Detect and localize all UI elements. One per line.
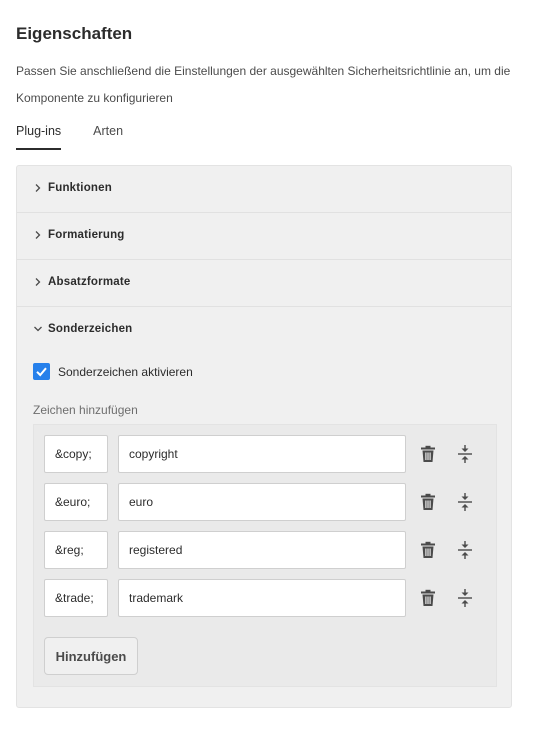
accordion-label: Sonderzeichen [48,323,133,335]
char-name-input[interactable]: copyright [118,435,406,473]
page-description: Passen Sie anschließend die Einstellunge… [16,64,511,105]
char-row: &euro; euro [44,483,494,521]
char-code-input[interactable]: &copy; [44,435,108,473]
accordion-label: Formatierung [48,229,125,241]
accordion-panel: Funktionen Formatierung Absatzformate So… [16,165,512,708]
trash-icon[interactable] [419,541,437,559]
accordion-label: Absatzformate [48,276,131,288]
checkmark-icon [36,367,47,377]
char-code-input[interactable]: &reg; [44,531,108,569]
trash-icon[interactable] [419,493,437,511]
add-chars-label: Zeichen hinzufügen [33,403,138,417]
move-handle-icon[interactable] [457,492,473,512]
char-code-input[interactable]: &euro; [44,483,108,521]
chevron-right-icon [35,184,41,192]
tab-styles[interactable]: Arten [93,122,123,150]
char-row: &trade; trademark [44,579,494,617]
char-row: &reg; registered [44,531,494,569]
char-multifield: &copy; copyright &euro; euro &reg; regis… [33,424,497,687]
chevron-right-icon [35,231,41,239]
move-handle-icon[interactable] [457,588,473,608]
chevron-down-icon [34,326,42,332]
char-name-input[interactable]: registered [118,531,406,569]
checkbox-label: Sonderzeichen aktivieren [58,365,193,379]
tab-list: Plug-ins Arten [16,122,155,150]
trash-icon[interactable] [419,589,437,607]
add-char-button[interactable]: Hinzufügen [44,637,138,675]
accordion-item-funktionen[interactable]: Funktionen [17,166,511,213]
chevron-right-icon [35,278,41,286]
char-code-input[interactable]: &trade; [44,579,108,617]
move-handle-icon[interactable] [457,540,473,560]
accordion-item-formatierung[interactable]: Formatierung [17,213,511,260]
accordion-label: Funktionen [48,182,112,194]
tab-plugins[interactable]: Plug-ins [16,122,62,150]
move-handle-icon[interactable] [457,444,473,464]
enable-special-chars-checkbox[interactable] [33,363,50,380]
accordion-item-absatzformate[interactable]: Absatzformate [17,260,511,307]
char-name-input[interactable]: trademark [118,579,406,617]
accordion-item-sonderzeichen[interactable]: Sonderzeichen [17,307,511,354]
char-name-input[interactable]: euro [118,483,406,521]
char-row: &copy; copyright [44,435,494,473]
page-title: Eigenschaften [16,24,133,43]
trash-icon[interactable] [419,445,437,463]
